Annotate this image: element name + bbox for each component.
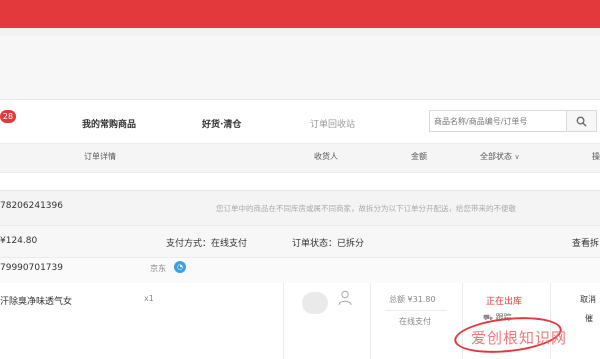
shop-name[interactable]: 京东 xyxy=(150,263,166,274)
order-status: 订单状态：已拆分 xyxy=(292,239,365,249)
order-number: 78206241396 xyxy=(0,201,63,211)
user-icon[interactable] xyxy=(338,290,352,306)
tab-clearance[interactable]: 好货·清仓 xyxy=(202,117,241,130)
top-bar-shadow xyxy=(0,28,600,36)
sub-order-row xyxy=(0,257,600,284)
payment-method: 支付方式：在线支付 xyxy=(166,239,248,249)
view-split-link[interactable]: 查看拆 xyxy=(572,236,599,249)
order-search-input[interactable] xyxy=(429,110,567,132)
chevron-down-icon: ∨ xyxy=(514,153,520,161)
sub-order-number: 79990701739 xyxy=(0,263,63,273)
col-order-details: 订单详情 xyxy=(84,152,116,161)
col-actions: 操 xyxy=(592,152,600,161)
split-order-notice: 您订单中的商品在不同库房或属不同商家，故拆分为以下订单分开配送，给您带来的不便敬 xyxy=(216,204,516,213)
divider xyxy=(0,99,600,100)
status-filter-dropdown[interactable]: 全部状态 ∨ xyxy=(480,151,520,162)
product-name[interactable]: 汗除臭净味透气女 xyxy=(0,294,72,307)
top-brand-bar xyxy=(0,0,600,28)
item-total: 总额 ¥31.80 xyxy=(389,295,436,304)
divider xyxy=(385,310,447,311)
product-quantity: x1 xyxy=(144,294,154,303)
divider xyxy=(370,283,371,359)
chat-icon[interactable]: ◔ xyxy=(174,261,186,273)
status-filter-label: 全部状态 xyxy=(480,152,512,161)
col-amount: 金额 xyxy=(411,152,427,161)
cancel-order-button[interactable]: 取消 xyxy=(580,294,596,305)
page-banner xyxy=(0,36,600,99)
receiver-avatar xyxy=(302,292,328,314)
tab-frequent-items[interactable]: 我的常购商品 xyxy=(82,117,136,130)
item-pay-method: 在线支付 xyxy=(399,317,431,326)
divider xyxy=(283,283,284,359)
order-total: ¥124.80 xyxy=(0,236,38,246)
urge-button[interactable]: 催 xyxy=(585,313,593,324)
col-receiver: 收货人 xyxy=(314,152,338,161)
shipping-status: 正在出库 xyxy=(486,297,523,307)
search-icon xyxy=(576,116,587,127)
tab-order-recycle-bin[interactable]: 订单回收站 xyxy=(310,117,355,130)
count-badge: 28 xyxy=(0,110,16,123)
search-button[interactable] xyxy=(567,110,597,132)
watermark-text: 爱创根知识网 xyxy=(471,329,568,347)
